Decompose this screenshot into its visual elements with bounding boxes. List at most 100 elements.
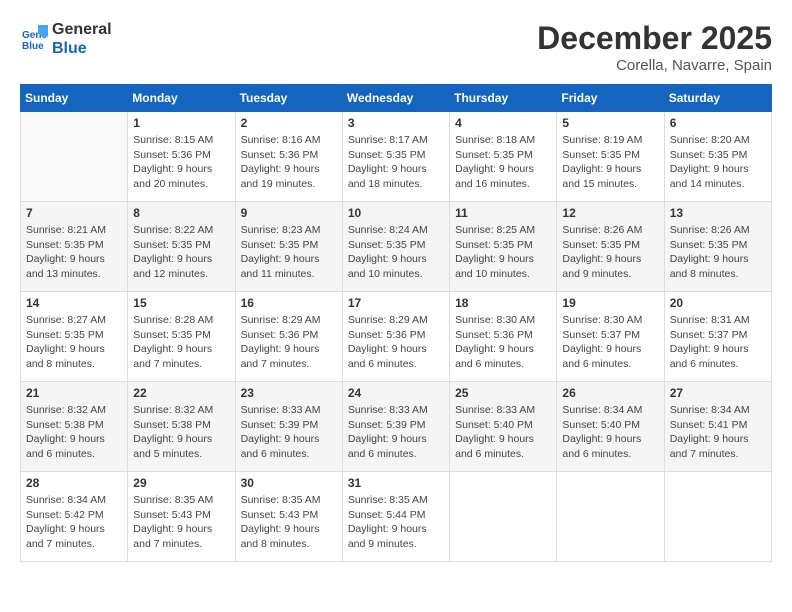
day-cell: 12 Sunrise: 8:26 AMSunset: 5:35 PMDayligh…: [557, 202, 664, 292]
col-header-thursday: Thursday: [450, 85, 557, 112]
day-number: 24: [348, 386, 444, 400]
day-info: Sunrise: 8:30 AMSunset: 5:36 PMDaylight:…: [455, 313, 551, 372]
day-number: 7: [26, 206, 122, 220]
day-info: Sunrise: 8:22 AMSunset: 5:35 PMDaylight:…: [133, 223, 229, 282]
day-info: Sunrise: 8:20 AMSunset: 5:35 PMDaylight:…: [670, 133, 766, 192]
day-info: Sunrise: 8:25 AMSunset: 5:35 PMDaylight:…: [455, 223, 551, 282]
day-number: 13: [670, 206, 766, 220]
day-cell: 27 Sunrise: 8:34 AMSunset: 5:41 PMDayligh…: [664, 382, 771, 472]
day-cell: 25Sunrise: 8:33 AMSunset: 5:40 PMDayligh…: [450, 382, 557, 472]
logo-text-blue: Blue: [52, 39, 112, 58]
day-cell: 6 Sunrise: 8:20 AMSunset: 5:35 PMDaylight…: [664, 112, 771, 202]
day-cell: 29Sunrise: 8:35 AMSunset: 5:43 PMDayligh…: [128, 472, 235, 562]
day-cell: 13Sunrise: 8:26 AMSunset: 5:35 PMDayligh…: [664, 202, 771, 292]
day-cell: 10 Sunrise: 8:24 AMSunset: 5:35 PMDayligh…: [342, 202, 449, 292]
day-number: 20: [670, 296, 766, 310]
day-number: 30: [241, 476, 337, 490]
page-header: General Blue General Blue December 2025 …: [20, 20, 772, 74]
week-row-3: 14Sunrise: 8:27 AMSunset: 5:35 PMDayligh…: [21, 292, 772, 382]
day-number: 1: [133, 116, 229, 130]
day-cell: 23Sunrise: 8:33 AMSunset: 5:39 PMDayligh…: [235, 382, 342, 472]
header-row: SundayMondayTuesdayWednesdayThursdayFrid…: [21, 85, 772, 112]
day-info: Sunrise: 8:34 AMSunset: 5:41 PMDaylight:…: [670, 403, 766, 462]
day-cell: 24Sunrise: 8:33 AMSunset: 5:39 PMDayligh…: [342, 382, 449, 472]
day-number: 12: [562, 206, 658, 220]
day-number: 5: [562, 116, 658, 130]
day-cell: 28 Sunrise: 8:34 AMSunset: 5:42 PMDayligh…: [21, 472, 128, 562]
day-number: 28: [26, 476, 122, 490]
day-number: 18: [455, 296, 551, 310]
day-number: 6: [670, 116, 766, 130]
day-cell: 18 Sunrise: 8:30 AMSunset: 5:36 PMDayligh…: [450, 292, 557, 382]
day-info: Sunrise: 8:33 AMSunset: 5:40 PMDaylight:…: [455, 403, 551, 462]
day-cell: 31Sunrise: 8:35 AMSunset: 5:44 PMDayligh…: [342, 472, 449, 562]
day-number: 10: [348, 206, 444, 220]
day-number: 23: [241, 386, 337, 400]
day-cell: 17 Sunrise: 8:29 AMSunset: 5:36 PMDayligh…: [342, 292, 449, 382]
location: Corella, Navarre, Spain: [537, 57, 772, 74]
day-number: 8: [133, 206, 229, 220]
day-cell: 5 Sunrise: 8:19 AMSunset: 5:35 PMDaylight…: [557, 112, 664, 202]
day-info: Sunrise: 8:29 AMSunset: 5:36 PMDaylight:…: [348, 313, 444, 372]
day-cell: [557, 472, 664, 562]
week-row-2: 7 Sunrise: 8:21 AMSunset: 5:35 PMDaylight…: [21, 202, 772, 292]
day-cell: 15 Sunrise: 8:28 AMSunset: 5:35 PMDayligh…: [128, 292, 235, 382]
col-header-saturday: Saturday: [664, 85, 771, 112]
day-info: Sunrise: 8:31 AMSunset: 5:37 PMDaylight:…: [670, 313, 766, 372]
day-cell: 2Sunrise: 8:16 AMSunset: 5:36 PMDaylight…: [235, 112, 342, 202]
day-info: Sunrise: 8:24 AMSunset: 5:35 PMDaylight:…: [348, 223, 444, 282]
day-cell: 14Sunrise: 8:27 AMSunset: 5:35 PMDayligh…: [21, 292, 128, 382]
day-info: Sunrise: 8:26 AMSunset: 5:35 PMDaylight:…: [562, 223, 658, 282]
col-header-wednesday: Wednesday: [342, 85, 449, 112]
col-header-monday: Monday: [128, 85, 235, 112]
day-info: Sunrise: 8:15 AMSunset: 5:36 PMDaylight:…: [133, 133, 229, 192]
day-info: Sunrise: 8:29 AMSunset: 5:36 PMDaylight:…: [241, 313, 337, 372]
day-cell: [21, 112, 128, 202]
day-cell: 21Sunrise: 8:32 AMSunset: 5:38 PMDayligh…: [21, 382, 128, 472]
logo: General Blue General Blue: [20, 20, 112, 58]
col-header-tuesday: Tuesday: [235, 85, 342, 112]
day-number: 11: [455, 206, 551, 220]
day-cell: 8 Sunrise: 8:22 AMSunset: 5:35 PMDaylight…: [128, 202, 235, 292]
day-cell: 22Sunrise: 8:32 AMSunset: 5:38 PMDayligh…: [128, 382, 235, 472]
day-info: Sunrise: 8:21 AMSunset: 5:35 PMDaylight:…: [26, 223, 122, 282]
month-title: December 2025: [537, 20, 772, 57]
week-row-1: 1 Sunrise: 8:15 AMSunset: 5:36 PMDaylight…: [21, 112, 772, 202]
day-cell: [664, 472, 771, 562]
day-info: Sunrise: 8:23 AMSunset: 5:35 PMDaylight:…: [241, 223, 337, 282]
calendar-table: SundayMondayTuesdayWednesdayThursdayFrid…: [20, 84, 772, 562]
day-number: 26: [562, 386, 658, 400]
day-number: 15: [133, 296, 229, 310]
day-cell: 7 Sunrise: 8:21 AMSunset: 5:35 PMDaylight…: [21, 202, 128, 292]
day-cell: [450, 472, 557, 562]
day-cell: 9Sunrise: 8:23 AMSunset: 5:35 PMDaylight…: [235, 202, 342, 292]
day-cell: 20 Sunrise: 8:31 AMSunset: 5:37 PMDayligh…: [664, 292, 771, 382]
col-header-sunday: Sunday: [21, 85, 128, 112]
day-info: Sunrise: 8:19 AMSunset: 5:35 PMDaylight:…: [562, 133, 658, 192]
day-cell: 19 Sunrise: 8:30 AMSunset: 5:37 PMDayligh…: [557, 292, 664, 382]
day-number: 27: [670, 386, 766, 400]
day-number: 4: [455, 116, 551, 130]
day-info: Sunrise: 8:34 AMSunset: 5:40 PMDaylight:…: [562, 403, 658, 462]
day-number: 31: [348, 476, 444, 490]
day-number: 3: [348, 116, 444, 130]
day-info: Sunrise: 8:32 AMSunset: 5:38 PMDaylight:…: [26, 403, 122, 462]
logo-text-general: General: [52, 20, 112, 39]
week-row-4: 21Sunrise: 8:32 AMSunset: 5:38 PMDayligh…: [21, 382, 772, 472]
day-number: 22: [133, 386, 229, 400]
day-cell: 4Sunrise: 8:18 AMSunset: 5:35 PMDaylight…: [450, 112, 557, 202]
day-info: Sunrise: 8:16 AMSunset: 5:36 PMDaylight:…: [241, 133, 337, 192]
day-number: 19: [562, 296, 658, 310]
day-info: Sunrise: 8:34 AMSunset: 5:42 PMDaylight:…: [26, 493, 122, 552]
day-cell: 30Sunrise: 8:35 AMSunset: 5:43 PMDayligh…: [235, 472, 342, 562]
logo-icon: General Blue: [20, 25, 48, 53]
day-number: 14: [26, 296, 122, 310]
svg-text:Blue: Blue: [22, 41, 44, 52]
title-block: December 2025 Corella, Navarre, Spain: [537, 20, 772, 74]
day-info: Sunrise: 8:30 AMSunset: 5:37 PMDaylight:…: [562, 313, 658, 372]
week-row-5: 28 Sunrise: 8:34 AMSunset: 5:42 PMDayligh…: [21, 472, 772, 562]
day-cell: 11 Sunrise: 8:25 AMSunset: 5:35 PMDayligh…: [450, 202, 557, 292]
day-number: 17: [348, 296, 444, 310]
day-info: Sunrise: 8:28 AMSunset: 5:35 PMDaylight:…: [133, 313, 229, 372]
day-cell: 1 Sunrise: 8:15 AMSunset: 5:36 PMDaylight…: [128, 112, 235, 202]
